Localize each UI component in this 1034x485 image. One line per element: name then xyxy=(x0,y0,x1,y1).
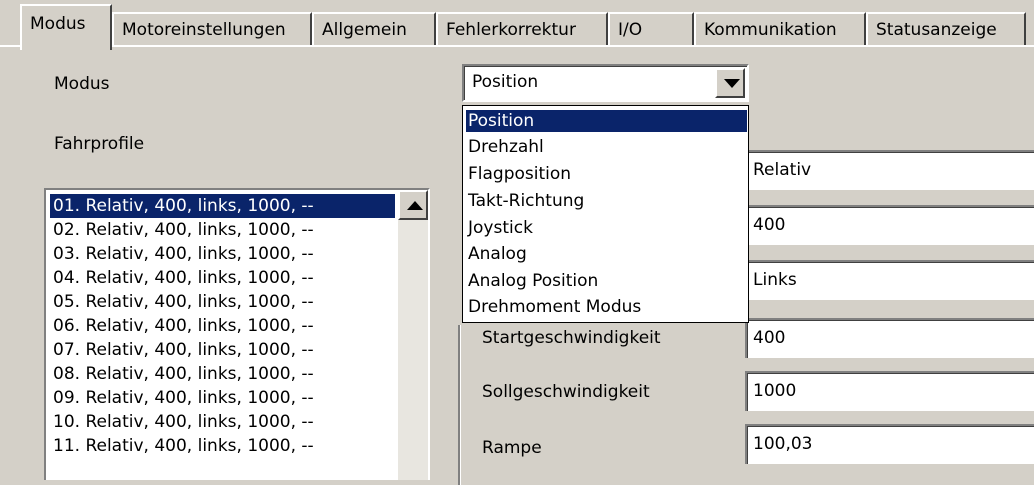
rampe-field[interactable]: 100,03 xyxy=(745,424,1034,464)
modus-select[interactable]: Position xyxy=(462,64,749,102)
fahrprofile-label: Fahrprofile xyxy=(54,134,145,154)
list-item[interactable]: 02. Relativ, 400, links, 1000, -- xyxy=(50,218,395,242)
group-divider xyxy=(458,325,461,485)
list-item[interactable]: 03. Relativ, 400, links, 1000, -- xyxy=(50,242,395,266)
sollgeschwindigkeit-field[interactable]: 1000 xyxy=(745,371,1034,411)
list-item[interactable]: 10. Relativ, 400, links, 1000, -- xyxy=(50,410,395,434)
dropdown-option[interactable]: Analog Position xyxy=(466,270,747,292)
tab-motoreinstellungen[interactable]: Motoreinstellungen xyxy=(112,12,312,46)
list-item[interactable]: 09. Relativ, 400, links, 1000, -- xyxy=(50,386,395,410)
sollgeschwindigkeit-label: Sollgeschwindigkeit xyxy=(482,382,650,402)
richtung-field[interactable]: Links xyxy=(745,260,1034,300)
tab-allgemein[interactable]: Allgemein xyxy=(312,12,436,46)
startgeschwindigkeit-label: Startgeschwindigkeit xyxy=(482,328,661,348)
list-scrollbar[interactable] xyxy=(398,190,428,480)
list-item[interactable]: 07. Relativ, 400, links, 1000, -- xyxy=(50,338,395,362)
tab-modus[interactable]: Modus xyxy=(20,4,112,50)
dropdown-option[interactable]: Joystick xyxy=(466,217,747,239)
modus-select-value: Position xyxy=(472,72,539,92)
typ-field[interactable]: Relativ xyxy=(745,150,1034,190)
dropdown-option[interactable]: Analog xyxy=(466,243,747,265)
tab-kommunikation[interactable]: Kommunikation xyxy=(694,12,866,46)
tab-strip: Modus Motoreinstellungen Allgemein Fehle… xyxy=(0,0,1034,50)
dropdown-option[interactable]: Takt-Richtung xyxy=(466,190,747,212)
dropdown-option[interactable]: Drehzahl xyxy=(466,136,747,158)
list-item[interactable]: 01. Relativ, 400, links, 1000, -- xyxy=(50,194,395,218)
fahrprofile-list[interactable]: 01. Relativ, 400, links, 1000, -- 02. Re… xyxy=(44,188,430,480)
modus-label: Modus xyxy=(54,74,110,94)
modus-dropdown-button[interactable] xyxy=(715,68,745,98)
list-item[interactable]: 04. Relativ, 400, links, 1000, -- xyxy=(50,266,395,290)
dropdown-option[interactable]: Flagposition xyxy=(466,163,747,185)
list-item[interactable]: 05. Relativ, 400, links, 1000, -- xyxy=(50,290,395,314)
strecke-field[interactable]: 400 xyxy=(745,205,1034,245)
tab-divider xyxy=(0,45,1034,47)
chevron-down-icon xyxy=(724,79,740,88)
list-item[interactable]: 11. Relativ, 400, links, 1000, -- xyxy=(50,434,395,458)
rampe-label: Rampe xyxy=(482,438,542,458)
chevron-up-icon xyxy=(407,201,423,210)
tab-statusanzeige[interactable]: Statusanzeige xyxy=(866,12,1026,46)
dropdown-option[interactable]: Drehmoment Modus xyxy=(466,296,747,318)
dropdown-option[interactable]: Position xyxy=(466,110,747,132)
tab-fehlerkorrektur[interactable]: Fehlerkorrektur xyxy=(436,12,608,46)
list-item[interactable]: 06. Relativ, 400, links, 1000, -- xyxy=(50,314,395,338)
list-item[interactable]: 08. Relativ, 400, links, 1000, -- xyxy=(50,362,395,386)
startgeschwindigkeit-field[interactable]: 400 xyxy=(745,318,1034,358)
modus-dropdown-list: Position Drehzahl Flagposition Takt-Rich… xyxy=(462,105,749,323)
scroll-up-button[interactable] xyxy=(398,190,428,220)
tab-io[interactable]: I/O xyxy=(608,12,694,46)
